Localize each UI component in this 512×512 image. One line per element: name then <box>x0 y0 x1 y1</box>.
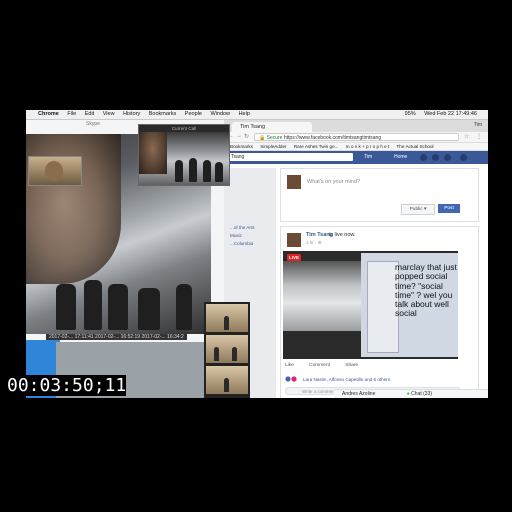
chat-bar: Andres Azoline ● Chat (33) <box>334 389 488 398</box>
post-composer: What's on your mind? Public ▾ Post <box>280 168 479 222</box>
menu-history[interactable]: History <box>123 111 140 117</box>
video-timecode: 00:03:50;11 <box>7 375 127 396</box>
live-video-player[interactable]: LIVE marclay that just popped social tim… <box>283 251 458 359</box>
menu-people[interactable]: People <box>185 111 202 117</box>
person-silhouette <box>175 160 183 182</box>
star-icon[interactable]: ☆ <box>464 133 469 140</box>
person-silhouette <box>215 162 223 182</box>
facebook-top-bar: Tsang Tim Home <box>224 151 488 164</box>
avatar[interactable] <box>287 233 301 247</box>
likers-summary[interactable]: Lara Nasim, Alfonso Capetillo and 6 othe… <box>303 377 390 382</box>
menu-window[interactable]: Window <box>210 111 230 117</box>
bookmark-item[interactable]: Bookmarks <box>230 144 253 149</box>
menu-help[interactable]: Help <box>239 111 250 117</box>
person-silhouette <box>176 284 192 330</box>
reload-icon[interactable]: ↻ <box>244 133 249 140</box>
composer-input[interactable]: What's on your mind? <box>307 179 360 185</box>
self-view-head <box>45 161 63 181</box>
call-window-title: Current Call <box>139 125 229 132</box>
messages-icon[interactable] <box>432 154 439 161</box>
current-call-window[interactable]: Current Call <box>138 124 230 186</box>
lock-icon: 🔒 <box>259 135 266 141</box>
recording-thumbnail-strip <box>204 302 250 398</box>
notifications-icon[interactable] <box>444 154 451 161</box>
facebook-search-input[interactable]: Tsang <box>228 153 353 161</box>
fb-home-link[interactable]: Home <box>394 154 407 160</box>
help-icon[interactable] <box>460 154 467 161</box>
post-actions: Like Comment Share <box>285 363 372 368</box>
sidebar-link[interactable]: ...of the Arts <box>230 224 255 232</box>
person-silhouette <box>56 284 76 330</box>
menu-dots-icon[interactable]: ⋮ <box>476 133 482 140</box>
sidebar-link[interactable]: ...Columbia <box>230 240 255 248</box>
person-silhouette <box>84 280 102 330</box>
friend-requests-icon[interactable] <box>420 154 427 161</box>
tab-tim-tsang[interactable]: Tim Tsang <box>232 122 312 132</box>
forward-icon[interactable]: → <box>236 133 242 139</box>
audience-selector[interactable]: Public ▾ <box>401 204 435 215</box>
menu-app-name[interactable]: Chrome <box>38 111 59 117</box>
person-silhouette <box>224 378 229 392</box>
recording-thumbnail[interactable] <box>206 366 248 394</box>
live-room-view <box>283 261 363 331</box>
recording-timestamps: 2017-02-... 17:11:41 2017-02-... 16:52:1… <box>46 334 187 340</box>
post-status: is live now. <box>329 232 356 238</box>
live-badge: LIVE <box>287 254 301 261</box>
address-toolbar: ← → ↻ 🔒 Secure https://www.facebook.com/… <box>224 132 488 143</box>
tab-bar: Tim Tsang Tim <box>224 120 488 132</box>
like-button[interactable]: Like <box>285 363 294 368</box>
url-input[interactable]: 🔒 Secure https://www.facebook.com/timtsa… <box>254 133 459 141</box>
person-silhouette <box>232 347 237 361</box>
person-silhouette <box>224 316 229 330</box>
reaction-icons <box>285 376 297 382</box>
bookmark-item[interactable]: m o n k + p r o p h e t <box>346 144 390 149</box>
recording-thumbnail[interactable] <box>206 304 248 332</box>
menu-status-area: 95% Wed Feb 22 17:49:46 <box>405 110 484 119</box>
menu-edit[interactable]: Edit <box>85 111 94 117</box>
recording-thumbnail[interactable] <box>206 335 248 363</box>
person-silhouette <box>138 288 160 330</box>
chrome-window: Tim Tsang Tim ← → ↻ 🔒 Secure https://www… <box>224 120 488 398</box>
url-secure-label: Secure <box>266 135 283 141</box>
online-dot-icon: ● <box>406 391 410 397</box>
chat-label[interactable]: Chat (33) <box>411 391 432 397</box>
fb-profile-link[interactable]: Tim <box>364 154 372 160</box>
live-caption-text: marclay that just popped social time? "s… <box>395 262 457 319</box>
person-silhouette <box>214 347 219 361</box>
share-button[interactable]: Share <box>345 363 358 368</box>
battery-percent[interactable]: 95% <box>405 111 416 117</box>
avatar <box>287 175 301 189</box>
bookmark-item[interactable]: The Actual School <box>397 144 434 149</box>
person-silhouette <box>203 160 211 182</box>
menu-file[interactable]: File <box>67 111 76 117</box>
menu-bookmarks[interactable]: Bookmarks <box>149 111 177 117</box>
chrome-profile[interactable]: Tim <box>474 122 482 128</box>
menu-view[interactable]: View <box>103 111 115 117</box>
live-post: Tim Tsang is live now. 1 hr · ⚙ LIVE mar… <box>280 226 479 398</box>
bookmark-item[interactable]: SimpleAdder <box>260 144 286 149</box>
bookmarks-bar: Bookmarks SimpleAdder Rare Ashes Twin ge… <box>224 143 488 151</box>
menu-clock[interactable]: Wed Feb 22 17:49:46 <box>424 111 477 117</box>
chat-user-name[interactable]: Andres Azoline <box>342 391 375 397</box>
comment-button[interactable]: Comment <box>309 363 330 368</box>
call-face-closeup <box>139 132 167 174</box>
post-time[interactable]: 1 hr · ⚙ <box>306 240 322 246</box>
self-view-thumbnail[interactable] <box>28 156 82 186</box>
url-text: https://www.facebook.com/timtsangtimtsan… <box>283 135 382 141</box>
bookmark-item[interactable]: Rare Ashes Twin ge... <box>294 144 339 149</box>
sidebar-links: ...of the Arts Music ...Columbia <box>230 224 255 248</box>
skype-window-title: Skype <box>86 121 100 127</box>
person-silhouette <box>108 284 128 330</box>
person-silhouette <box>189 158 197 182</box>
sidebar-link[interactable]: Music <box>230 232 255 240</box>
post-button[interactable]: Post <box>438 204 460 213</box>
desktop-screen: Chrome File Edit View History Bookmarks … <box>26 110 488 398</box>
mac-menu-bar: Chrome File Edit View History Bookmarks … <box>26 110 488 120</box>
